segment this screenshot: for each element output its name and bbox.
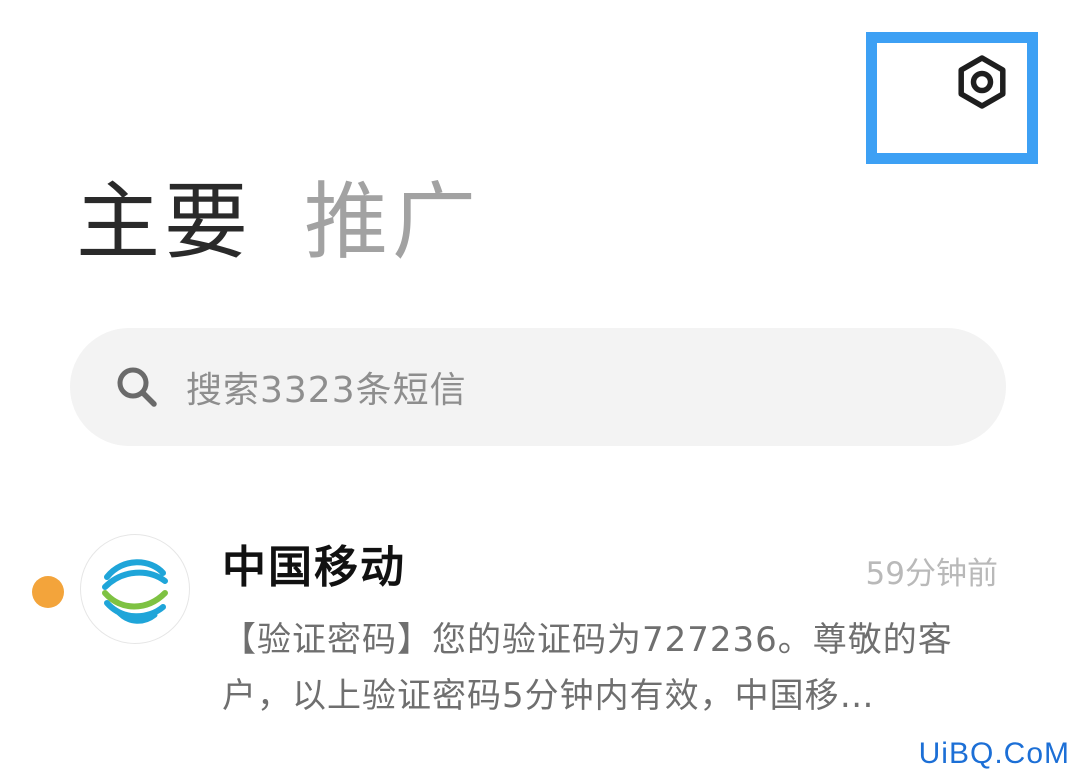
settings-button[interactable]	[950, 50, 1014, 114]
tab-main[interactable]: 主要	[76, 172, 252, 272]
tab-bar: 主要 推广	[76, 172, 480, 272]
search-bar[interactable]: 搜索3323条短信	[70, 328, 1006, 446]
tab-promotions[interactable]: 推广	[304, 172, 480, 272]
message-list-item[interactable]: 中国移动 59分钟前 【验证密码】您的验证码为727236。尊敬的客户，以上验证…	[0, 520, 1080, 720]
watermark: UiBQ.CoM	[918, 737, 1070, 770]
unread-indicator-dot	[32, 576, 64, 608]
message-timestamp: 59分钟前	[865, 556, 998, 592]
settings-gear-icon	[958, 55, 1006, 109]
search-icon	[114, 364, 160, 410]
message-preview: 【验证密码】您的验证码为727236。尊敬的客户，以上验证密码5分钟内有效，中国…	[222, 620, 953, 716]
search-placeholder: 搜索3323条短信	[186, 370, 467, 411]
avatar[interactable]	[80, 534, 190, 644]
china-mobile-logo-icon	[102, 559, 168, 624]
message-sender: 中国移动	[222, 542, 406, 593]
